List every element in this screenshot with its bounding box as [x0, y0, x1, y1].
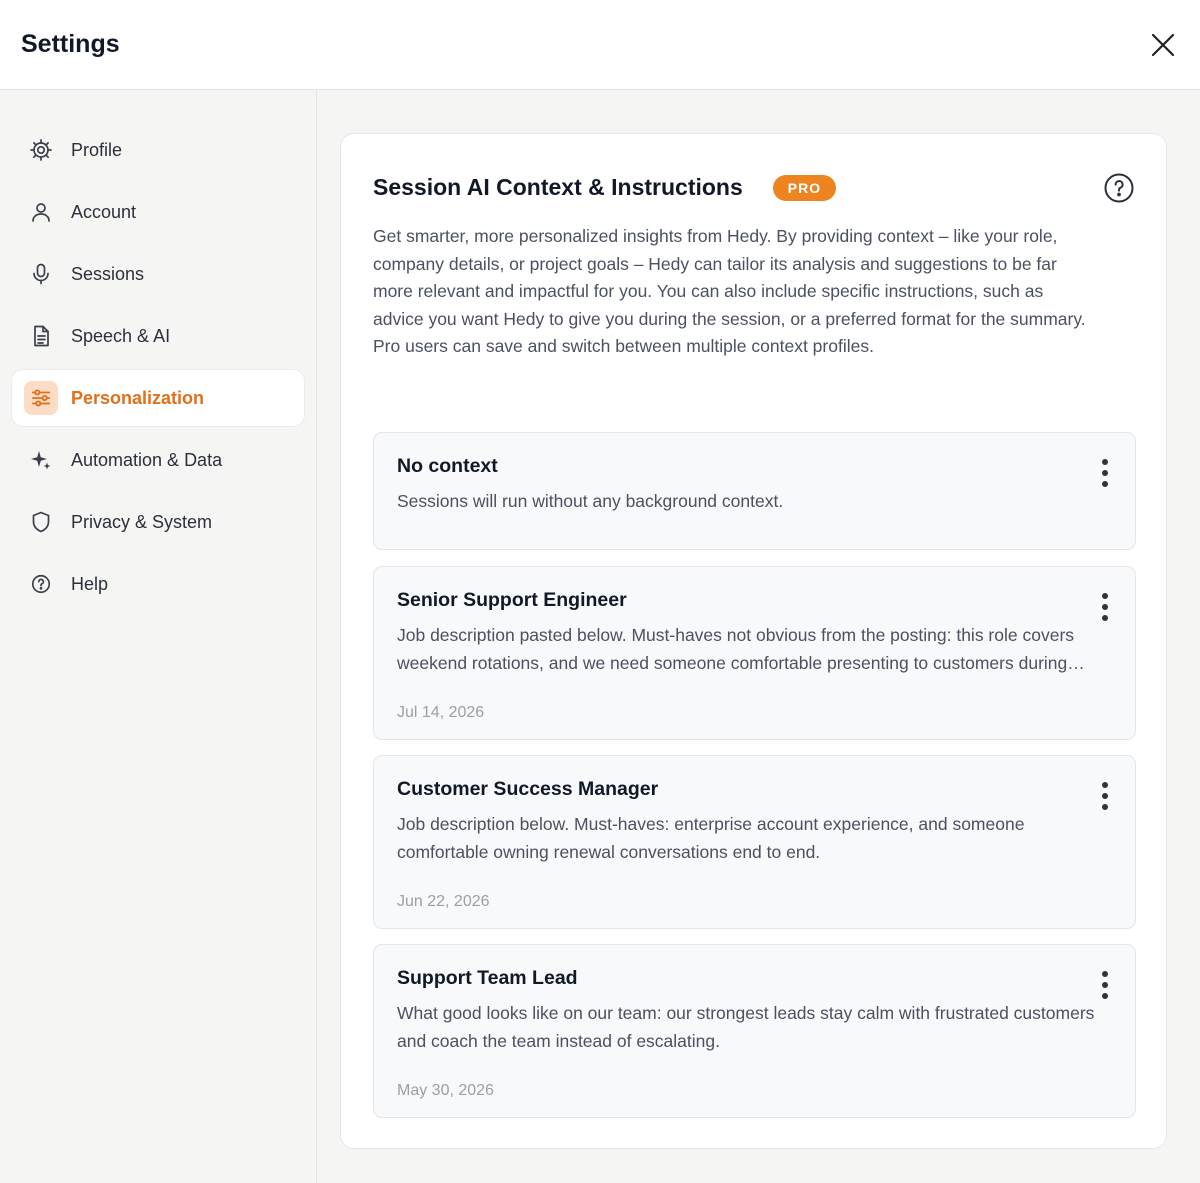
sidebar-item-sessions[interactable]: Sessions: [11, 245, 305, 303]
sidebar-item-label: Help: [71, 573, 109, 594]
settings-sidebar: Profile Account Sessions Speech & AI Per…: [0, 90, 317, 1183]
section-title: Session AI Context & Instructions: [373, 174, 743, 200]
profile-date: May 30, 2026: [397, 1082, 494, 1099]
gear-icon: [24, 133, 58, 167]
context-settings-card: Session AI Context & Instructions PRO Ge…: [340, 133, 1167, 1149]
context-profile-card[interactable]: Support Team Lead What good looks like o…: [373, 944, 1136, 1118]
sidebar-item-automation-data[interactable]: Automation & Data: [11, 431, 305, 489]
profile-menu-button[interactable]: [1092, 969, 1118, 1005]
sidebar-item-account[interactable]: Account: [11, 183, 305, 241]
help-button[interactable]: [1103, 172, 1135, 204]
sidebar-item-label: Automation & Data: [71, 449, 223, 470]
sidebar-item-label: Privacy & System: [71, 511, 213, 532]
sidebar-item-speech-ai[interactable]: Speech & AI: [11, 307, 305, 365]
sidebar-item-label: Account: [71, 201, 137, 222]
profile-date: Jul 14, 2026: [397, 704, 485, 721]
section-description: Get smarter, more personalized insights …: [373, 226, 1086, 357]
profile-description: Job description pasted below. Must-haves…: [397, 625, 1075, 673]
microphone-icon: [24, 257, 58, 291]
profile-description: Job description below. Must-haves: enter…: [397, 814, 1025, 862]
sidebar-item-label: Sessions: [71, 263, 145, 284]
sidebar-item-privacy-system[interactable]: Privacy & System: [11, 493, 305, 551]
question-circle-icon: [1104, 173, 1134, 203]
page-title: Settings: [21, 30, 120, 58]
profile-date: Jun 22, 2026: [397, 893, 490, 910]
sliders-icon: [24, 381, 58, 415]
context-profile-card[interactable]: Senior Support Engineer Job description …: [373, 566, 1136, 740]
profile-menu-button[interactable]: [1092, 591, 1118, 627]
user-icon: [24, 195, 58, 229]
profile-menu-button[interactable]: [1092, 457, 1118, 493]
more-vertical-icon: [1102, 782, 1108, 810]
shield-icon: [24, 505, 58, 539]
context-profile-card[interactable]: Customer Success Manager Job description…: [373, 755, 1136, 929]
more-vertical-icon: [1102, 971, 1108, 999]
sparkles-icon: [24, 443, 58, 477]
profile-menu-button[interactable]: [1092, 780, 1118, 816]
document-icon: [24, 319, 58, 353]
sidebar-item-personalization[interactable]: Personalization: [11, 369, 305, 427]
help-circle-icon: [24, 567, 58, 601]
settings-header: Settings: [0, 0, 1200, 90]
sidebar-item-label: Profile: [71, 139, 123, 160]
close-icon: [1151, 33, 1175, 57]
card-header: Session AI Context & Instructions PRO: [373, 174, 837, 201]
pro-badge: PRO: [772, 174, 837, 201]
profile-description: What good looks like on our team: our st…: [397, 1003, 1095, 1051]
more-vertical-icon: [1102, 459, 1108, 487]
context-profile-card[interactable]: No context Sessions will run without any…: [373, 432, 1136, 550]
profile-description: Sessions will run without any background…: [397, 491, 784, 511]
profile-name: Customer Success Manager: [397, 778, 659, 800]
close-button[interactable]: [1146, 28, 1180, 62]
sidebar-item-label: Personalization: [71, 387, 205, 408]
profile-name: Senior Support Engineer: [397, 589, 627, 611]
profile-name: No context: [397, 455, 498, 477]
more-vertical-icon: [1102, 593, 1108, 621]
sidebar-item-help[interactable]: Help: [11, 555, 305, 613]
profile-name: Support Team Lead: [397, 967, 578, 989]
sidebar-item-profile[interactable]: Profile: [11, 121, 305, 179]
sidebar-item-label: Speech & AI: [71, 325, 171, 346]
